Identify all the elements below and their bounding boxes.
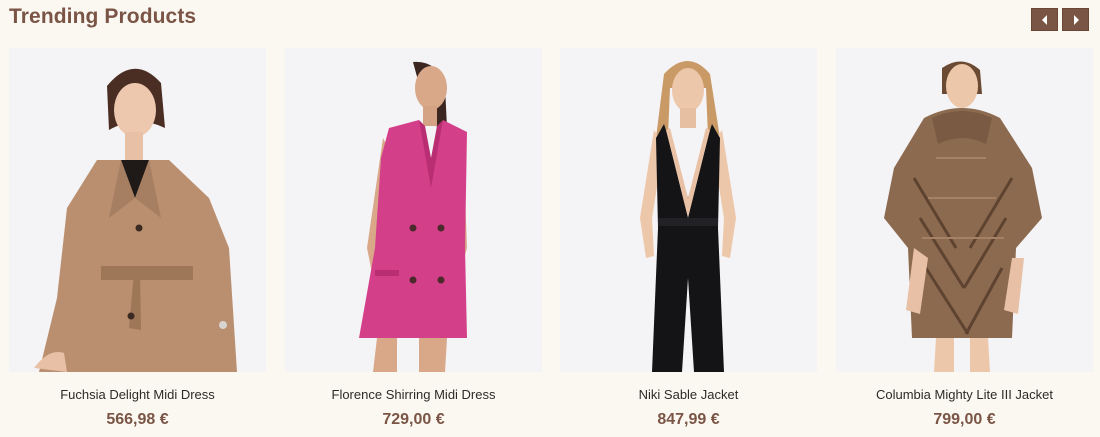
caret-right-icon xyxy=(1073,14,1079,25)
product-card[interactable]: Columbia Mighty Lite III Jacket 799,00 € xyxy=(836,48,1093,433)
product-name[interactable]: Florence Shirring Midi Dress xyxy=(285,387,542,402)
carousel-prev-button[interactable] xyxy=(1031,8,1058,31)
product-price: 799,00 € xyxy=(933,411,996,428)
product-name[interactable]: Fuchsia Delight Midi Dress xyxy=(9,387,266,402)
product-photo-black-jumpsuit xyxy=(560,48,817,372)
product-price: 566,98 € xyxy=(106,411,169,428)
product-name[interactable]: Niki Sable Jacket xyxy=(560,387,817,402)
product-name[interactable]: Columbia Mighty Lite III Jacket xyxy=(836,387,1093,402)
carousel-next-button[interactable] xyxy=(1062,8,1089,31)
caret-left-icon xyxy=(1041,14,1047,25)
product-carousel: Fuchsia Delight Midi Dress 566,98 € Flor… xyxy=(9,48,1094,433)
product-photo-pink-dress xyxy=(285,48,542,372)
product-photo-coat xyxy=(9,48,266,372)
product-price: 729,00 € xyxy=(382,411,445,428)
product-image[interactable] xyxy=(560,48,817,372)
section-title: Trending Products xyxy=(9,5,197,28)
trending-products-section: Trending Products Fuchsia Delight Midi D… xyxy=(0,0,1100,437)
product-price: 847,99 € xyxy=(657,411,720,428)
product-card[interactable]: Niki Sable Jacket 847,99 € xyxy=(560,48,817,433)
product-card[interactable]: Florence Shirring Midi Dress 729,00 € xyxy=(285,48,542,433)
product-card[interactable]: Fuchsia Delight Midi Dress 566,98 € xyxy=(9,48,266,433)
product-image[interactable] xyxy=(9,48,266,372)
product-image[interactable] xyxy=(285,48,542,372)
product-photo-fur-jacket xyxy=(836,48,1093,372)
product-image[interactable] xyxy=(836,48,1093,372)
